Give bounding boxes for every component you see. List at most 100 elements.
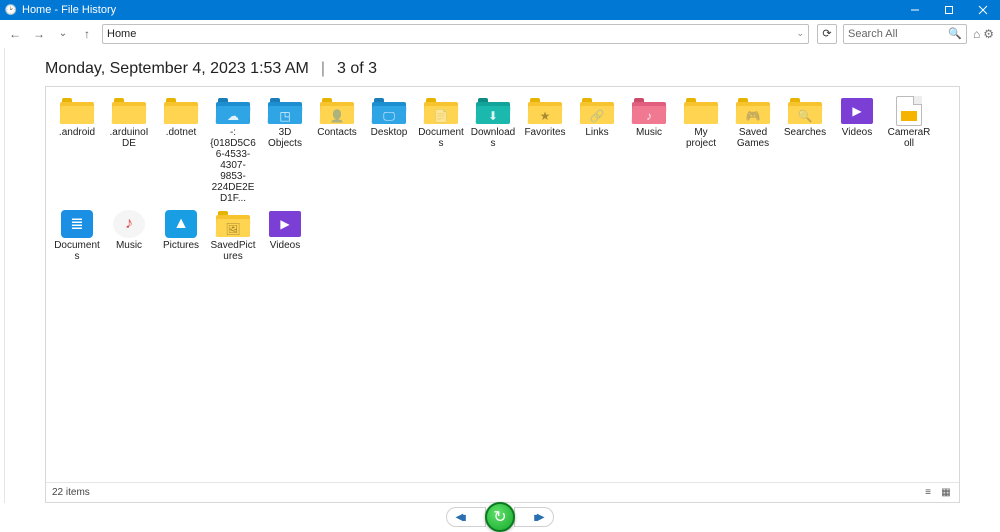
- grid-item[interactable]: ★ Favorites: [520, 95, 570, 206]
- item-label: Music: [116, 240, 142, 251]
- item-label: Searches: [784, 127, 826, 138]
- search-input[interactable]: Search All 🔍: [843, 24, 967, 44]
- grid-item[interactable]: 🖼SavedPictures: [208, 208, 258, 264]
- refresh-button[interactable]: ⟳: [817, 24, 837, 44]
- grid-item[interactable]: ♪ Music: [624, 95, 674, 206]
- address-dropdown-icon[interactable]: ⌄: [796, 28, 804, 39]
- grid-item[interactable]: ◳3D Objects: [260, 95, 310, 206]
- header-separator: |: [321, 60, 325, 78]
- restore-button[interactable]: ↻: [485, 502, 515, 532]
- toolbar: ← → ⌄ ↑ Home ⌄ ⟳ Search All 🔍 ⌂ ⚙: [0, 20, 1000, 48]
- item-count: 22 items: [52, 487, 90, 498]
- nav-forward-button[interactable]: →: [30, 25, 48, 43]
- maximize-button[interactable]: [932, 0, 966, 20]
- video-tile-icon: ▶: [839, 97, 875, 125]
- item-label: Links: [585, 127, 608, 138]
- grid-item[interactable]: .dotnet: [156, 95, 206, 206]
- item-label: .arduinoIDE: [106, 127, 152, 149]
- search-icon: 🔍: [948, 27, 962, 40]
- folder-yellow-icon: 👤: [319, 97, 355, 125]
- item-label: Favorites: [524, 127, 565, 138]
- home-icon[interactable]: ⌂: [973, 27, 980, 41]
- grid-item[interactable]: 📄Documents: [416, 95, 466, 206]
- grid-item[interactable]: 🎮Saved Games: [728, 95, 778, 206]
- lib-docs-icon: ≣: [59, 210, 95, 238]
- minimize-button[interactable]: [898, 0, 932, 20]
- lib-music-icon: ♪: [111, 210, 147, 238]
- item-label: Saved Games: [730, 127, 776, 149]
- item-label: Documents: [54, 240, 100, 262]
- item-label: Videos: [842, 127, 872, 138]
- search-placeholder: Search All: [848, 28, 948, 40]
- folder-yellow-icon: 🖼: [215, 210, 251, 238]
- folder-blue-icon: 🖵: [371, 97, 407, 125]
- grid-item[interactable]: ♪ Music: [104, 208, 154, 264]
- item-label: Pictures: [163, 240, 199, 251]
- grid-item[interactable]: 🔍 Searches: [780, 95, 830, 206]
- folder-yellow-icon: [111, 97, 147, 125]
- grid-item[interactable]: CameraRoll: [884, 95, 934, 206]
- file-grid-container: .android .arduinoIDE .dotnet ☁-:{018D5C66-4…: [45, 86, 960, 503]
- folder-yellow-icon: 🔗: [579, 97, 615, 125]
- address-bar[interactable]: Home ⌄: [102, 24, 809, 44]
- lib-pics-icon: ▲: [163, 210, 199, 238]
- title-bar: 🕑 Home - File History: [0, 0, 1000, 20]
- view-icons-icon[interactable]: ▦: [939, 487, 953, 499]
- item-label: .dotnet: [166, 127, 197, 138]
- grid-item[interactable]: ⬇Downloads: [468, 95, 518, 206]
- grid-item[interactable]: 👤 Contacts: [312, 95, 362, 206]
- prev-version-button[interactable]: ◀▮: [446, 507, 486, 527]
- item-label: Desktop: [371, 127, 408, 138]
- folder-yellow-icon: ★: [527, 97, 563, 125]
- snapshot-datetime: Monday, September 4, 2023 1:53 AM: [45, 60, 309, 78]
- folder-blue-icon: ☁: [215, 97, 251, 125]
- item-label: .android: [59, 127, 95, 138]
- video-tile-icon: ▶: [267, 210, 303, 238]
- item-label: SavedPictures: [210, 240, 256, 262]
- grid-item[interactable]: My project: [676, 95, 726, 206]
- view-list-icon[interactable]: ≡: [921, 487, 935, 499]
- nav-back-button[interactable]: ←: [6, 25, 24, 43]
- folder-yellow-icon: 📄: [423, 97, 459, 125]
- address-text: Home: [107, 28, 796, 40]
- file-grid[interactable]: .android .arduinoIDE .dotnet ☁-:{018D5C66-4…: [46, 87, 959, 482]
- grid-item[interactable]: ≣Documents: [52, 208, 102, 264]
- snapshot-header: Monday, September 4, 2023 1:53 AM | 3 of…: [45, 60, 960, 78]
- item-label: -:{018D5C66-4533-4307-9853-224DE2ED1F...: [210, 127, 256, 204]
- folder-yellow-icon: 🎮: [735, 97, 771, 125]
- folder-yellow-icon: 🔍: [787, 97, 823, 125]
- app-icon: 🕑: [4, 3, 18, 17]
- grid-item[interactable]: 🔗 Links: [572, 95, 622, 206]
- grid-item[interactable]: ☁-:{018D5C66-4533-4307-9853-224DE2ED1F..…: [208, 95, 258, 206]
- gear-icon[interactable]: ⚙: [983, 27, 994, 41]
- item-label: Documents: [418, 127, 464, 149]
- folder-teal-icon: ⬇: [475, 97, 511, 125]
- folder-pink-icon: ♪: [631, 97, 667, 125]
- window-title: Home - File History: [22, 4, 116, 16]
- grid-item[interactable]: 🖵 Desktop: [364, 95, 414, 206]
- grid-item[interactable]: ▶ Videos: [832, 95, 882, 206]
- item-label: Contacts: [317, 127, 356, 138]
- item-label: Downloads: [470, 127, 516, 149]
- grid-item[interactable]: ▲ Pictures: [156, 208, 206, 264]
- item-label: Music: [636, 127, 662, 138]
- grid-item[interactable]: .arduinoIDE: [104, 95, 154, 206]
- folder-yellow-icon: [59, 97, 95, 125]
- folder-blue-icon: ◳: [267, 97, 303, 125]
- item-label: CameraRoll: [886, 127, 932, 149]
- grid-item[interactable]: ▶ Videos: [260, 208, 310, 264]
- nav-history-dropdown[interactable]: ⌄: [54, 25, 72, 43]
- close-button[interactable]: [966, 0, 1000, 20]
- folder-yellow-icon: [163, 97, 199, 125]
- snapshot-position: 3 of 3: [337, 60, 377, 78]
- nav-up-button[interactable]: ↑: [78, 25, 96, 43]
- grid-item[interactable]: .android: [52, 95, 102, 206]
- next-version-button[interactable]: ▮▶: [514, 507, 554, 527]
- status-bar: 22 items ≡ ▦: [46, 482, 959, 502]
- history-nav-controls: ◀▮ ↻ ▮▶: [0, 503, 1000, 531]
- item-label: Videos: [270, 240, 300, 251]
- folder-yellow-icon: [683, 97, 719, 125]
- content-area: Monday, September 4, 2023 1:53 AM | 3 of…: [0, 48, 1000, 503]
- file-camera-icon: [891, 97, 927, 125]
- item-label: 3D Objects: [262, 127, 308, 149]
